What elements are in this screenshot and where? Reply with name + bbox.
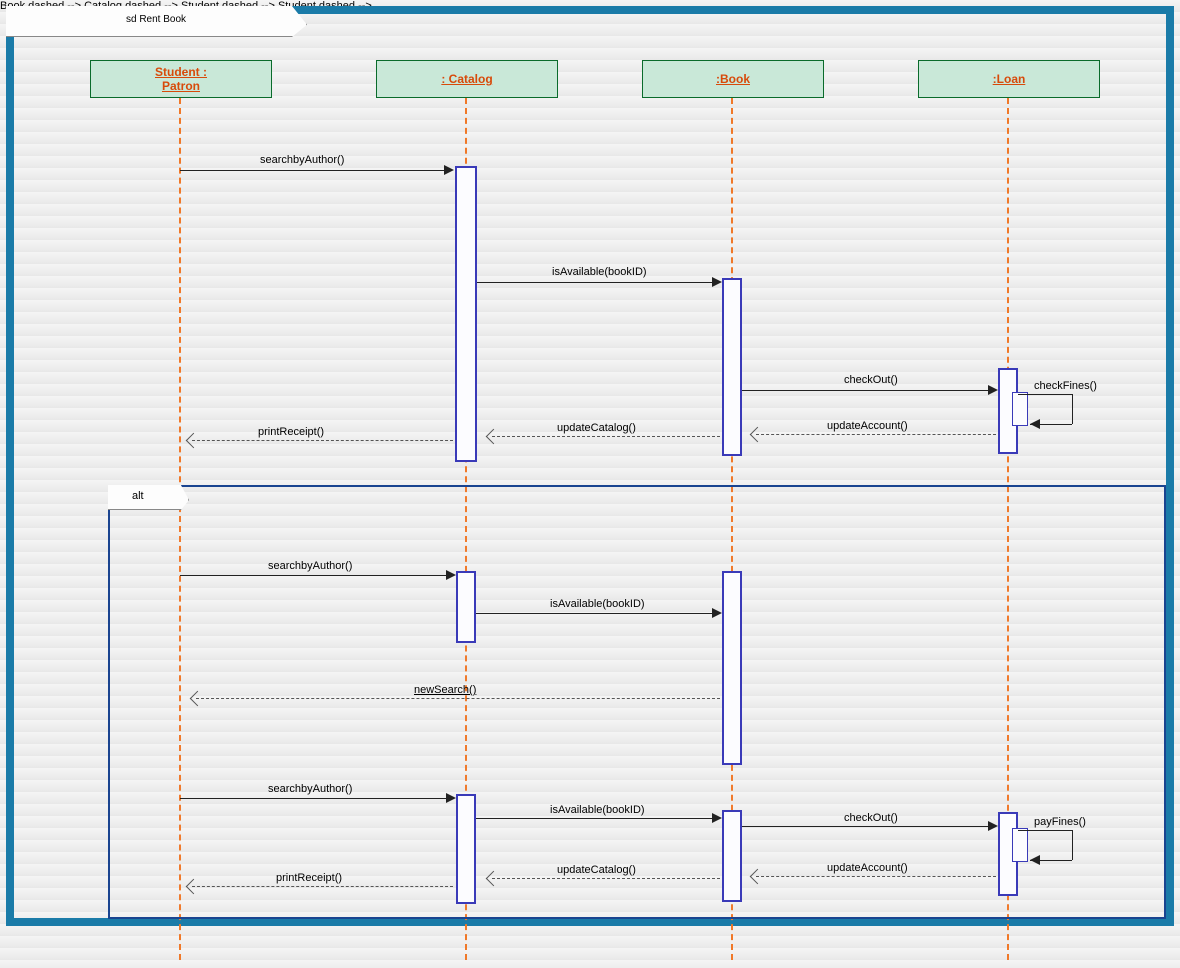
label-m1: searchbyAuthor() bbox=[260, 154, 344, 166]
activation-catalog-1 bbox=[455, 166, 477, 462]
arrow-m4-side bbox=[1072, 394, 1073, 424]
label-b2: isAvailable(bookID) bbox=[550, 804, 645, 816]
label-b5: updateAccount() bbox=[827, 862, 908, 874]
activation-book-3 bbox=[722, 810, 742, 902]
frame-title: sd Rent Book bbox=[126, 14, 186, 25]
label-m3: checkOut() bbox=[844, 374, 898, 386]
label-b6: updateCatalog() bbox=[557, 864, 636, 876]
arrow-a1 bbox=[180, 575, 452, 576]
activation-catalog-3 bbox=[456, 794, 476, 904]
label-m2: isAvailable(bookID) bbox=[552, 266, 647, 278]
arrowhead-a2 bbox=[712, 608, 722, 618]
arrow-b4-side bbox=[1072, 830, 1073, 860]
arrow-a2 bbox=[476, 613, 718, 614]
arrowhead-m2 bbox=[712, 277, 722, 287]
lifeline-loan: :Loan bbox=[918, 60, 1100, 98]
arrowhead-m3 bbox=[988, 385, 998, 395]
activation-catalog-2 bbox=[456, 571, 476, 643]
arrowhead-m4 bbox=[1030, 419, 1040, 429]
label-m7: printReceipt() bbox=[258, 426, 324, 438]
label-a2: isAvailable(bookID) bbox=[550, 598, 645, 610]
arrow-b5 bbox=[756, 876, 996, 877]
arrow-b4-top bbox=[1018, 830, 1072, 831]
label-b3: checkOut() bbox=[844, 812, 898, 824]
label-a3: newSearch() bbox=[414, 684, 476, 696]
arrowhead-b2 bbox=[712, 813, 722, 823]
arrowhead-b4 bbox=[1030, 855, 1040, 865]
label-b1: searchbyAuthor() bbox=[268, 783, 352, 795]
arrow-m1 bbox=[180, 170, 450, 171]
arrow-m7 bbox=[192, 440, 453, 441]
arrow-m5 bbox=[756, 434, 996, 435]
arrow-m2 bbox=[477, 282, 718, 283]
arrow-b6 bbox=[492, 878, 720, 879]
label-m4: checkFines() bbox=[1034, 380, 1097, 392]
label-a1: searchbyAuthor() bbox=[268, 560, 352, 572]
lifeline-book: :Book bbox=[642, 60, 824, 98]
arrow-m3 bbox=[742, 390, 994, 391]
arrow-b2 bbox=[476, 818, 718, 819]
label-m6: updateCatalog() bbox=[557, 422, 636, 434]
activation-loan-1-self bbox=[1012, 392, 1028, 426]
activation-book-2 bbox=[722, 571, 742, 765]
arrow-m6 bbox=[492, 436, 720, 437]
arrow-b7 bbox=[192, 886, 453, 887]
arrowhead-a1 bbox=[446, 570, 456, 580]
arrow-m4-top bbox=[1018, 394, 1072, 395]
arrowhead-b1 bbox=[446, 793, 456, 803]
arrow-b3 bbox=[742, 826, 994, 827]
label-m5: updateAccount() bbox=[827, 420, 908, 432]
label-b4: payFines() bbox=[1034, 816, 1086, 828]
alt-label: alt bbox=[132, 490, 144, 502]
label-b7: printReceipt() bbox=[276, 872, 342, 884]
activation-book-1 bbox=[722, 278, 742, 456]
arrow-a3 bbox=[196, 698, 720, 699]
arrow-b1 bbox=[180, 798, 452, 799]
arrowhead-m1 bbox=[444, 165, 454, 175]
lifeline-student: Student : Patron bbox=[90, 60, 272, 98]
lifeline-catalog: : Catalog bbox=[376, 60, 558, 98]
arrowhead-b3 bbox=[988, 821, 998, 831]
frame-title-tab: sd Rent Book bbox=[6, 6, 307, 37]
alt-tab: alt bbox=[108, 485, 189, 510]
activation-loan-3-self bbox=[1012, 828, 1028, 862]
